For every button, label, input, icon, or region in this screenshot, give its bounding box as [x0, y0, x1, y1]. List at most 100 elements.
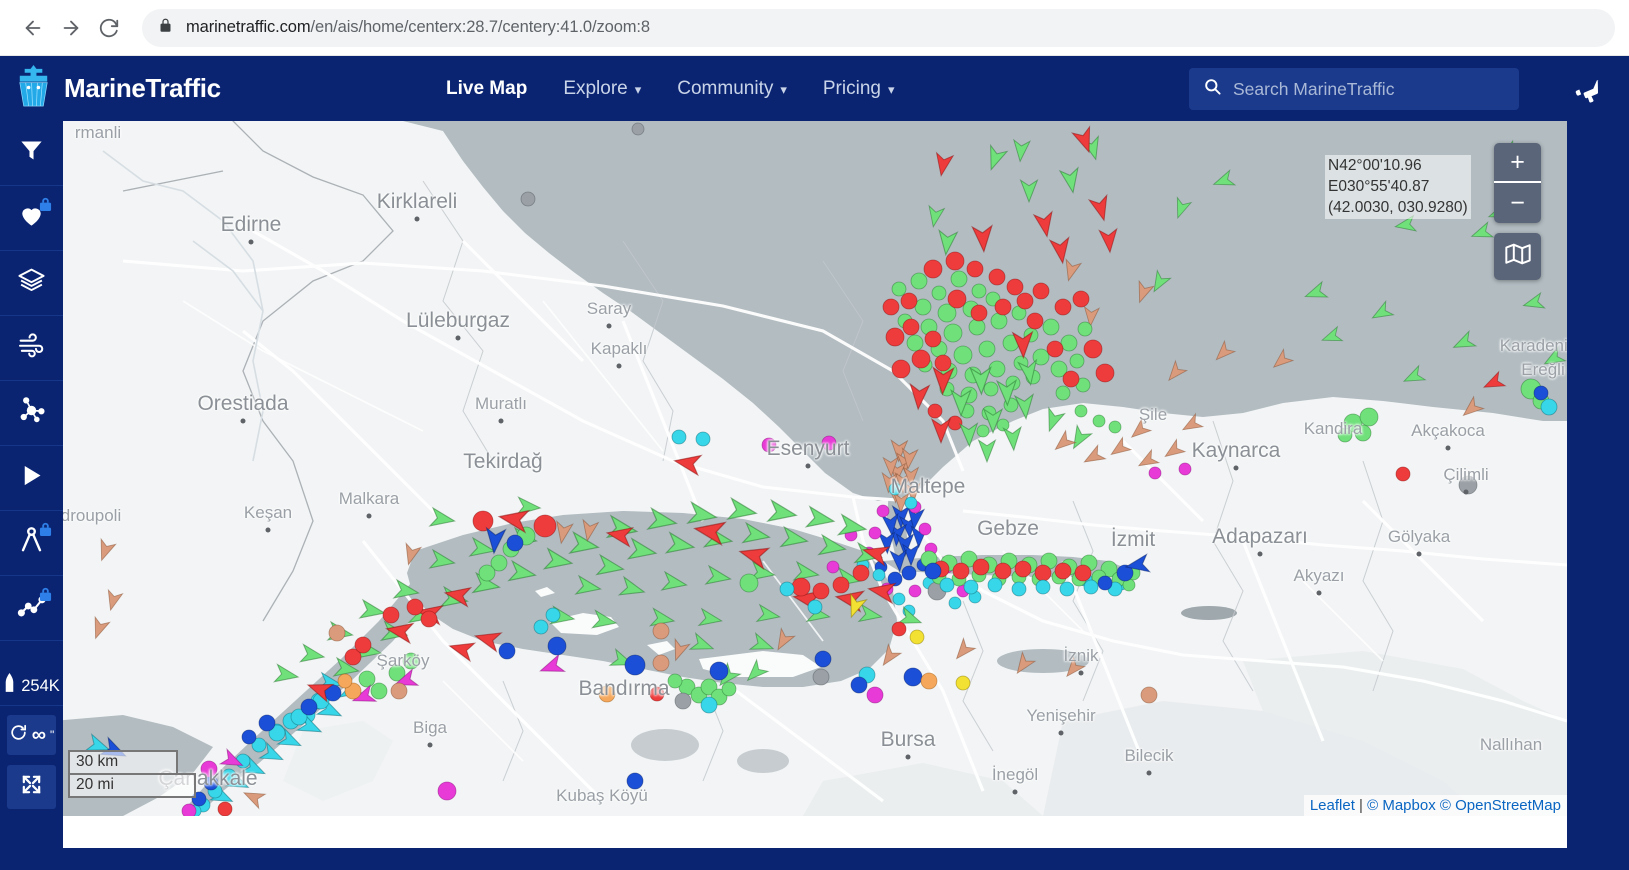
- play-icon: [18, 462, 45, 494]
- minus-icon: −: [1510, 188, 1525, 217]
- zoom-in-button[interactable]: +: [1494, 143, 1541, 183]
- attrib-separator: |: [1354, 797, 1368, 814]
- wind-icon: [17, 331, 46, 365]
- search-icon: [1203, 77, 1222, 101]
- city-dot: [414, 216, 420, 222]
- forward-arrow-icon: [60, 17, 82, 39]
- city-dot: [1058, 730, 1064, 736]
- sidebar-item-network[interactable]: [0, 381, 63, 446]
- back-arrow-icon: [22, 17, 44, 39]
- longitude-dms: E030°55'40.87: [1328, 177, 1430, 195]
- zoom-out-button[interactable]: −: [1494, 183, 1541, 223]
- city-dot: [455, 335, 461, 341]
- live-map-canvas[interactable]: rmanli Edirne Kirklareli Orestiada Lüleburga…: [63, 121, 1567, 816]
- sidebar-item-weather[interactable]: [0, 316, 63, 381]
- map-scale-bar: 30 km 20 mi: [68, 750, 196, 798]
- city-dot: [1316, 590, 1322, 596]
- chevron-down-icon: ▾: [780, 82, 787, 97]
- attrib-osm-link[interactable]: © OpenStreetMap: [1440, 797, 1561, 814]
- city-dot: [805, 463, 811, 469]
- city-dot: [498, 418, 504, 424]
- browser-reload-button[interactable]: [90, 9, 128, 47]
- latitude-dms: N42°00'10.96: [1328, 157, 1422, 174]
- vessel-markers-layer[interactable]: [63, 121, 1567, 816]
- decimal-coordinates: (42.0030, 030.9280): [1328, 198, 1468, 216]
- fullscreen-expand-icon: [20, 773, 43, 801]
- layers-icon: [17, 266, 46, 300]
- map-tools-sidebar: 254K ∞ ": [0, 121, 63, 848]
- lock-badge-icon: [39, 522, 52, 537]
- url-domain: marinetraffic.com: [186, 18, 311, 36]
- nav-item-pricing[interactable]: Pricing ▾: [823, 78, 895, 100]
- city-dot: [265, 527, 271, 533]
- basemap-switcher-button[interactable]: [1494, 233, 1541, 280]
- reload-icon: [98, 17, 120, 39]
- city-dot: [1463, 489, 1469, 495]
- city-dot: [427, 742, 433, 748]
- zoom-controls: + −: [1494, 143, 1541, 223]
- city-dot: [248, 239, 254, 245]
- sidebar-item-routes[interactable]: [0, 576, 63, 641]
- filter-funnel-icon: [18, 137, 45, 169]
- url-path: /en/ais/home/centerx:28.7/centery:41.0/z…: [310, 18, 651, 36]
- search-placeholder-text: Search MarineTraffic: [1233, 78, 1395, 99]
- bottom-strip: [0, 848, 1629, 870]
- megaphone-icon: [1573, 79, 1603, 108]
- announcements-button[interactable]: [1573, 78, 1603, 109]
- plus-icon: +: [1510, 147, 1525, 176]
- city-dot: [240, 418, 246, 424]
- city-dot: [1233, 465, 1239, 471]
- coordinate-readout: N42°00'10.96 E030°55'40.87 (42.0030, 030…: [1325, 155, 1471, 220]
- scale-mi-label: 20 mi: [68, 773, 196, 798]
- city-dot: [1012, 789, 1018, 795]
- nav-label-pricing: Pricing: [822, 77, 881, 99]
- vessel-pin-icon: [3, 673, 16, 699]
- main-navigation: Live Map Explore ▾ Community ▾ Pricing ▾: [446, 78, 894, 100]
- fullscreen-button[interactable]: [7, 765, 56, 809]
- lock-badge-icon: [39, 197, 52, 212]
- sidebar-item-filters[interactable]: [0, 121, 63, 186]
- search-input[interactable]: Search MarineTraffic: [1189, 68, 1519, 110]
- chevron-down-icon: ▾: [634, 82, 642, 97]
- city-dot: [905, 754, 911, 760]
- lock-icon: [158, 18, 173, 38]
- site-header: MarineTraffic Live Map Explore ▾ Communi…: [0, 56, 1629, 121]
- map-attribution: Leaflet | © Mapbox © OpenStreetMap: [1303, 795, 1567, 816]
- network-hub-icon: [17, 396, 46, 430]
- city-dot: [1146, 770, 1152, 776]
- nav-item-live-map[interactable]: Live Map: [446, 78, 527, 100]
- city-dot: [1257, 551, 1263, 557]
- vessel-count-value: 254K: [21, 676, 60, 695]
- attrib-leaflet-link[interactable]: Leaflet: [1310, 797, 1355, 814]
- brand-logo-link[interactable]: MarineTraffic: [10, 63, 260, 115]
- chevron-down-icon: ▾: [887, 82, 895, 97]
- browser-forward-button[interactable]: [52, 9, 90, 47]
- nav-label-community: Community: [677, 77, 774, 99]
- nav-item-community[interactable]: Community ▾: [677, 78, 787, 100]
- refresh-interval-unit: ": [50, 728, 55, 742]
- city-dot: [616, 363, 622, 369]
- city-dot: [1078, 670, 1084, 676]
- city-dot: [366, 513, 372, 519]
- address-bar[interactable]: marinetraffic.com/en/ais/home/centerx:28…: [142, 8, 1615, 47]
- brand-name: MarineTraffic: [64, 73, 221, 103]
- auto-refresh-button[interactable]: ∞ ": [7, 715, 56, 755]
- url-text: marinetraffic.com/en/ais/home/centerx:28…: [186, 18, 650, 37]
- vessel-count-indicator: 254K: [0, 673, 63, 699]
- marinetraffic-ship-logo-icon: [10, 63, 57, 115]
- sidebar-item-measure[interactable]: [0, 511, 63, 576]
- browser-back-button[interactable]: [14, 9, 52, 47]
- right-panel-strip: [1567, 121, 1629, 848]
- browser-toolbar: marinetraffic.com/en/ais/home/centerx:28…: [0, 0, 1629, 56]
- sidebar-item-playback[interactable]: [0, 446, 63, 511]
- sidebar-item-layers[interactable]: [0, 251, 63, 316]
- scale-km-label: 30 km: [68, 750, 178, 773]
- nav-label-explore: Explore: [563, 77, 628, 99]
- nav-label-live-map: Live Map: [446, 77, 528, 99]
- nav-item-explore[interactable]: Explore ▾: [563, 78, 641, 100]
- sidebar-item-favourites[interactable]: [0, 186, 63, 251]
- attrib-mapbox-link[interactable]: © Mapbox: [1367, 797, 1436, 814]
- refresh-icon: [9, 723, 28, 747]
- city-dot: [606, 323, 612, 329]
- refresh-interval-value: ∞: [31, 724, 46, 746]
